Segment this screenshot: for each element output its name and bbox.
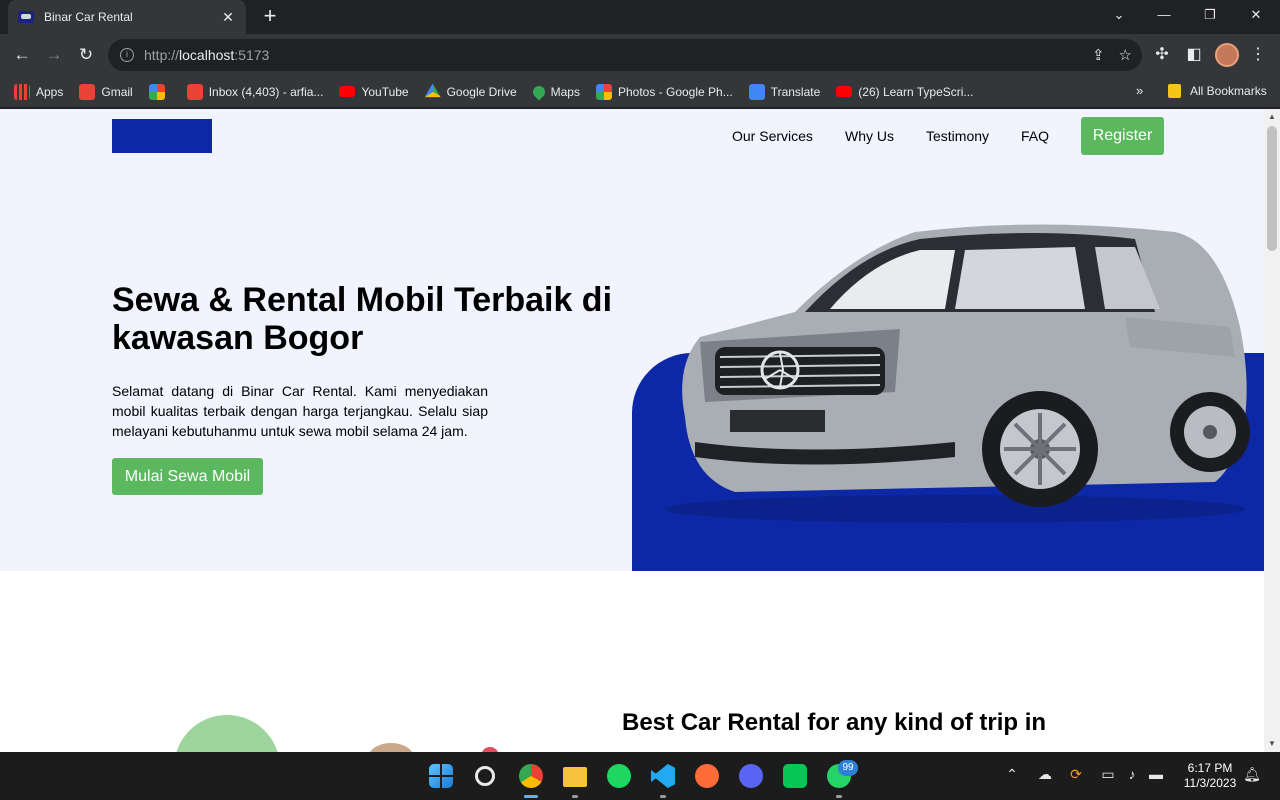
why-us-heading: Best Car Rental for any kind of trip in (622, 709, 1047, 736)
restore-icon[interactable]: ❐ (1187, 0, 1233, 30)
line-icon[interactable] (783, 764, 807, 788)
url-port: :5173 (234, 47, 270, 63)
chrome-icon[interactable] (519, 764, 543, 788)
cloud-icon[interactable]: ☁ (1035, 766, 1055, 783)
youtube-icon (339, 86, 356, 97)
bookmark-item[interactable]: YouTube (339, 85, 409, 99)
vscode-open-indicator (660, 795, 666, 798)
reload-icon[interactable]: ↻ (74, 43, 98, 67)
tab-search-icon[interactable]: ⌄ (1096, 0, 1142, 30)
nav-our-services[interactable]: Our Services (732, 128, 813, 144)
os-taskbar: 99 ⌃ ☁ ⟳ ▭ ♪ ▬ 6:17 PM 11/3/2023 🔔︎ (0, 752, 1280, 800)
bookmark-item[interactable]: Maps (530, 83, 580, 100)
explorer-open-indicator (572, 795, 578, 798)
search-icon[interactable] (475, 766, 495, 786)
bookmarks-overflow-button[interactable]: » (1136, 83, 1143, 98)
pinwheel-icon (148, 83, 165, 100)
sync-icon[interactable]: ⟳ (1066, 766, 1086, 783)
gmail-icon (186, 83, 203, 100)
clock-date: 11/3/2023 (1183, 776, 1237, 790)
nav-faq[interactable]: FAQ (1021, 128, 1049, 144)
bookmarks-bar: Apps Gmail Inbox (4,403) - arfia... YouT… (0, 76, 1280, 108)
window-close-icon[interactable]: ✕ (1233, 0, 1279, 30)
person-image (368, 743, 414, 752)
back-icon[interactable]: ← (10, 43, 34, 67)
car-image (665, 224, 1250, 523)
url-scheme: http:// (144, 47, 180, 63)
gmail-icon (79, 83, 96, 100)
extensions-icon[interactable]: ✣ (1150, 44, 1174, 64)
decorative-circle (174, 715, 280, 752)
bookmark-item[interactable]: Apps (14, 83, 63, 100)
drive-icon (424, 83, 441, 98)
car-favicon-icon (18, 11, 34, 23)
minimize-icon[interactable]: — (1141, 0, 1187, 30)
apps-grid-icon (14, 83, 30, 100)
browser-tab-strip: Binar Car Rental ✕ + ⌄ — ❐ ✕ (0, 0, 1280, 34)
hero-section: Our Services Why Us Testimony FAQ Regist… (0, 109, 1264, 571)
windows-start-icon[interactable] (429, 764, 453, 788)
register-button[interactable]: Register (1081, 117, 1164, 155)
bookmark-item[interactable]: Gmail (79, 83, 133, 100)
battery-icon[interactable]: ▬ (1146, 766, 1166, 782)
tab-close-icon[interactable]: ✕ (220, 9, 236, 26)
share-icon[interactable]: ⇪ (1092, 46, 1105, 64)
system-clock[interactable]: 6:17 PM 11/3/2023 (1178, 761, 1242, 791)
scroll-down-icon[interactable]: ▼ (1264, 736, 1280, 752)
network-icon[interactable]: ▭ (1098, 766, 1118, 783)
scroll-up-icon[interactable]: ▲ (1264, 109, 1280, 125)
whatsapp-badge: 99 (838, 760, 858, 776)
page-scrollbar[interactable]: ▲ ▼ (1264, 109, 1280, 752)
bookmark-item[interactable]: Google Drive (424, 83, 517, 100)
tray-chevron-icon[interactable]: ⌃ (1002, 766, 1022, 783)
start-rental-button[interactable]: Mulai Sewa Mobil (112, 458, 263, 495)
volume-icon[interactable]: ♪ (1122, 766, 1142, 782)
browser-toolbar: ← → ↻ i http://localhost:5173 ⇪ ☆ ✣ ◧ ⋮ (0, 34, 1280, 76)
maps-icon (530, 83, 548, 100)
folder-icon (1168, 84, 1181, 98)
scrollbar-thumb[interactable] (1267, 126, 1277, 251)
clock-time: 6:17 PM (1187, 761, 1233, 775)
hero-title: Sewa & Rental Mobil Terbaik di kawasan B… (112, 281, 613, 357)
url-host: localhost (179, 47, 235, 63)
chrome-active-indicator (524, 795, 538, 798)
postman-icon[interactable] (695, 764, 719, 788)
menu-kebab-icon[interactable]: ⋮ (1246, 44, 1270, 64)
bookmark-item[interactable] (148, 83, 171, 100)
spotify-icon[interactable] (607, 764, 631, 788)
vscode-icon[interactable] (651, 764, 675, 788)
all-bookmarks-button[interactable]: All Bookmarks (1168, 84, 1267, 98)
bookmark-star-icon[interactable]: ☆ (1119, 46, 1132, 64)
forward-icon[interactable]: → (42, 43, 66, 67)
discord-icon[interactable] (739, 764, 763, 788)
notification-bell-icon[interactable]: 🔔︎ (1242, 766, 1262, 783)
site-info-icon[interactable]: i (120, 48, 134, 62)
photos-icon (595, 83, 612, 100)
profile-avatar[interactable] (1215, 43, 1239, 67)
file-explorer-icon[interactable] (563, 767, 587, 787)
bookmark-item[interactable]: Photos - Google Ph... (595, 83, 733, 100)
whatsapp-open-indicator (836, 795, 842, 798)
tab-title: Binar Car Rental (44, 10, 133, 24)
page-viewport: Our Services Why Us Testimony FAQ Regist… (0, 109, 1280, 752)
browser-tab[interactable]: Binar Car Rental ✕ (8, 0, 246, 34)
translate-icon (748, 83, 765, 100)
bookmark-item[interactable]: Inbox (4,403) - arfia... (186, 83, 323, 100)
nav-why-us[interactable]: Why Us (845, 128, 894, 144)
bookmark-item[interactable]: (26) Learn TypeScri... (836, 85, 973, 99)
side-panel-icon[interactable]: ◧ (1182, 44, 1206, 64)
bookmark-item[interactable]: Translate (748, 83, 820, 100)
nav-testimony[interactable]: Testimony (926, 128, 989, 144)
site-logo[interactable] (112, 119, 212, 153)
youtube-icon (836, 86, 853, 97)
address-bar[interactable]: i http://localhost:5173 ⇪ ☆ (108, 39, 1142, 71)
new-tab-button[interactable]: + (258, 5, 282, 29)
hero-description: Selamat datang di Binar Car Rental. Kami… (112, 383, 488, 439)
